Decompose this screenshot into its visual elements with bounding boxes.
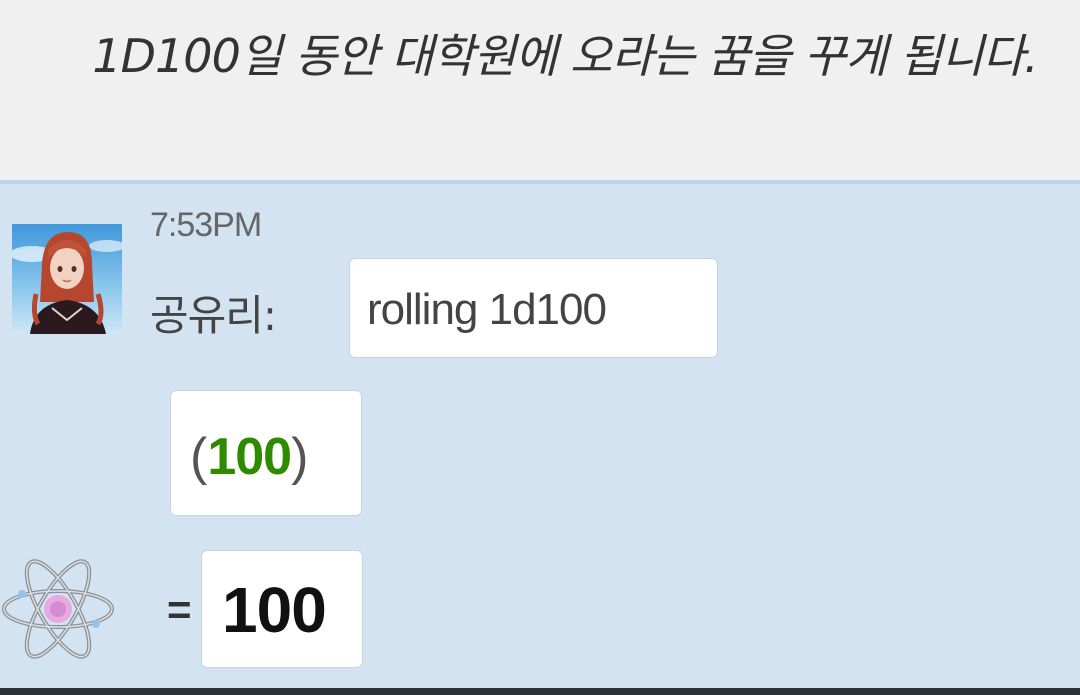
dice-open-paren: ( bbox=[190, 428, 208, 486]
atom-icon bbox=[0, 554, 118, 664]
dice-value: 100 bbox=[207, 428, 292, 486]
bottom-bar bbox=[0, 688, 1080, 695]
header-text: 1D100일 동안 대학원에 오라는 꿈을 꾸게 됩니다. bbox=[92, 29, 1038, 83]
chat-frame: 1D100일 동안 대학원에 오라는 꿈을 꾸게 됩니다. 7:53PM 공유리… bbox=[0, 0, 1080, 695]
sender-name[interactable]: 공유리: bbox=[150, 282, 277, 343]
roll-total-bubble: 100 bbox=[201, 550, 363, 668]
chat-message: 7:53PM 공유리: rolling 1d100 (100) = 100 bbox=[0, 188, 1080, 688]
message-timestamp: 7:53PM bbox=[150, 206, 262, 244]
header-banner: 1D100일 동안 대학원에 오라는 꿈을 꾸게 됩니다. bbox=[0, 0, 1080, 184]
dice-result-bubble: (100) bbox=[170, 390, 362, 516]
equals-sign: = bbox=[167, 586, 192, 633]
avatar[interactable] bbox=[12, 224, 122, 334]
dice-close-paren: ) bbox=[291, 428, 309, 486]
roll-command-bubble: rolling 1d100 bbox=[349, 258, 718, 358]
avatar-image bbox=[12, 224, 122, 334]
